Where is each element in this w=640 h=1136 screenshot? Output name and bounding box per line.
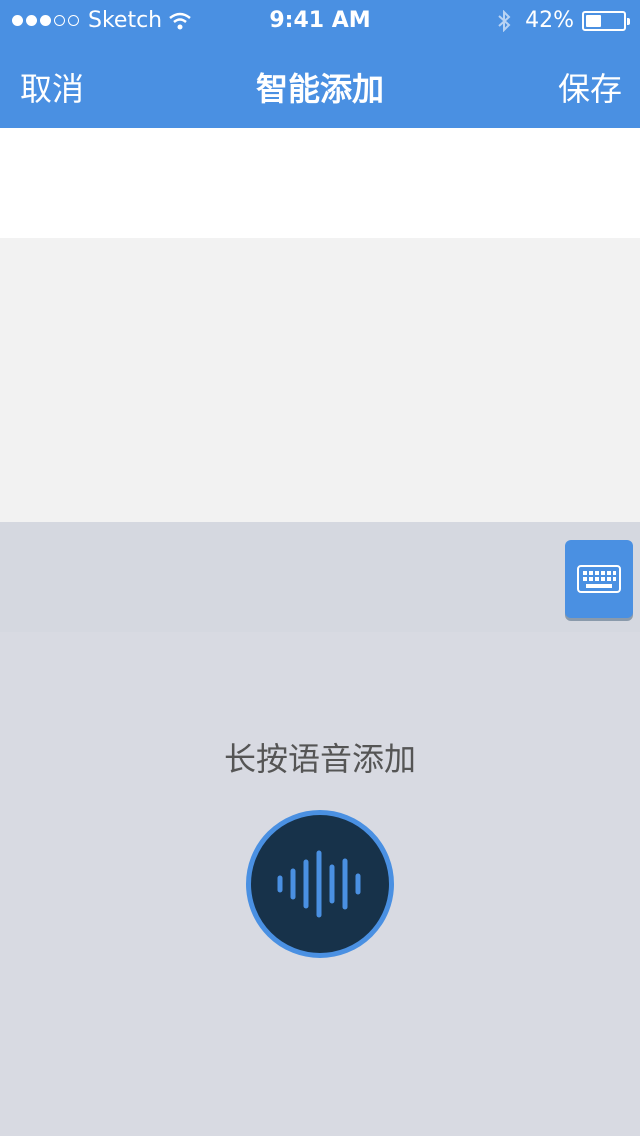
bluetooth-icon xyxy=(498,9,511,32)
text-input-area[interactable] xyxy=(0,128,640,238)
sound-wave-icon xyxy=(277,850,361,918)
voice-hint-label: 长按语音添加 xyxy=(223,740,416,778)
input-toolbar xyxy=(0,522,640,632)
top-bar: Sketch 9:41 AM 42% 取消 智能添加 保存 xyxy=(0,0,640,128)
battery-icon xyxy=(582,10,630,31)
battery-percent: 42% xyxy=(525,8,574,33)
save-button[interactable]: 保存 xyxy=(558,64,622,110)
keyboard-toggle-button[interactable] xyxy=(565,540,633,618)
page-title: 智能添加 xyxy=(255,70,384,108)
navigation-bar: 取消 智能添加 保存 xyxy=(0,56,640,112)
status-bar: Sketch 9:41 AM 42% xyxy=(0,0,640,40)
content-area xyxy=(0,238,640,522)
keyboard-icon xyxy=(577,565,621,593)
voice-record-button[interactable] xyxy=(246,810,394,958)
status-right: 42% xyxy=(497,8,630,33)
